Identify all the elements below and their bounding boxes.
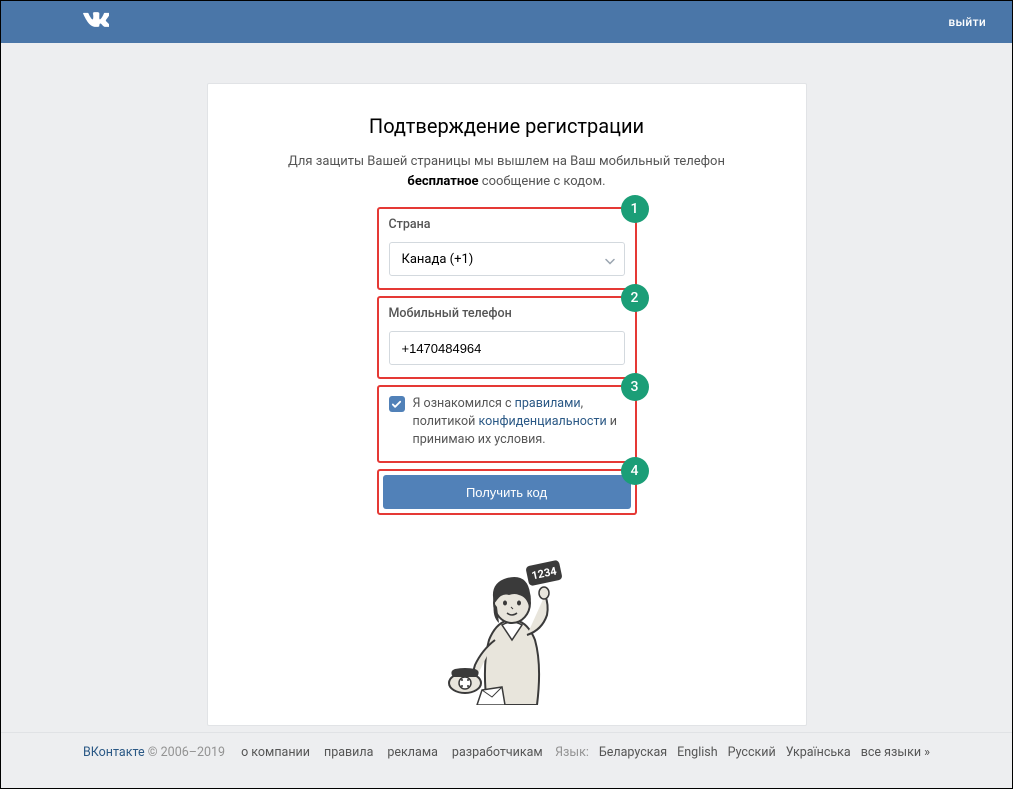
phone-section: 2 Мобильный телефон <box>377 296 637 379</box>
footer-links: о компании правила реклама разработчикам <box>241 745 543 760</box>
footer-rules-link[interactable]: правила <box>324 745 373 760</box>
lang-uk[interactable]: Українська <box>786 745 851 760</box>
footer-brand[interactable]: ВКонтакте <box>83 745 145 760</box>
footer-lang-label: Язык: <box>555 745 589 760</box>
vk-logo[interactable] <box>83 9 109 35</box>
country-select[interactable]: Канада (+1) <box>389 242 625 276</box>
lang-all[interactable]: все языки » <box>861 745 930 760</box>
badge-4: 4 <box>621 457 649 485</box>
terms-checkbox[interactable] <box>389 396 405 412</box>
terms-label: Я ознакомился с правилами, политикой кон… <box>413 395 625 449</box>
registration-card: Подтверждение регистрации Для защиты Ваш… <box>207 83 807 726</box>
page-subtitle: Для защиты Вашей страницы мы вышлем на В… <box>228 152 786 191</box>
logout-link[interactable]: выйти <box>948 15 986 29</box>
badge-2: 2 <box>621 284 649 312</box>
illustration: 1234 <box>427 545 587 705</box>
terms-section: 3 Я ознакомился с правилами, политикой к… <box>377 385 637 463</box>
country-label: Страна <box>389 217 625 232</box>
footer-copyright: © 2006–2019 <box>145 745 225 760</box>
footer-ads-link[interactable]: реклама <box>387 745 438 760</box>
page-title: Подтверждение регистрации <box>228 114 786 138</box>
phone-input[interactable] <box>389 331 625 365</box>
badge-1: 1 <box>621 195 649 223</box>
lang-be[interactable]: Беларуская <box>599 745 667 760</box>
footer-devs-link[interactable]: разработчикам <box>452 745 543 760</box>
footer: ВКонтакте © 2006–2019 о компании правила… <box>1 732 1012 788</box>
footer-about-link[interactable]: о компании <box>241 745 310 760</box>
footer-langs: Беларуская English Русский Українська вс… <box>599 745 930 760</box>
privacy-link[interactable]: конфиденциальности <box>479 414 607 429</box>
header: выйти <box>1 1 1012 43</box>
phone-label: Мобильный телефон <box>389 306 625 321</box>
badge-3: 3 <box>621 373 649 401</box>
rules-link[interactable]: правилами <box>515 396 581 411</box>
footer-right: Язык: Беларуская English Русский Українс… <box>555 745 930 760</box>
lang-en[interactable]: English <box>677 745 717 760</box>
country-select-wrapper: Канада (+1) <box>389 242 625 276</box>
lang-ru[interactable]: Русский <box>728 745 776 760</box>
main-content: Подтверждение регистрации Для защиты Ваш… <box>1 43 1012 726</box>
form-wrapper: 1 Страна Канада (+1) 2 Мобильный телефон… <box>377 207 637 515</box>
get-code-button[interactable]: Получить код <box>383 475 631 509</box>
country-section: 1 Страна Канада (+1) <box>377 207 637 290</box>
submit-section: 4 Получить код <box>377 469 637 515</box>
footer-left: ВКонтакте © 2006–2019 о компании правила… <box>83 745 543 760</box>
